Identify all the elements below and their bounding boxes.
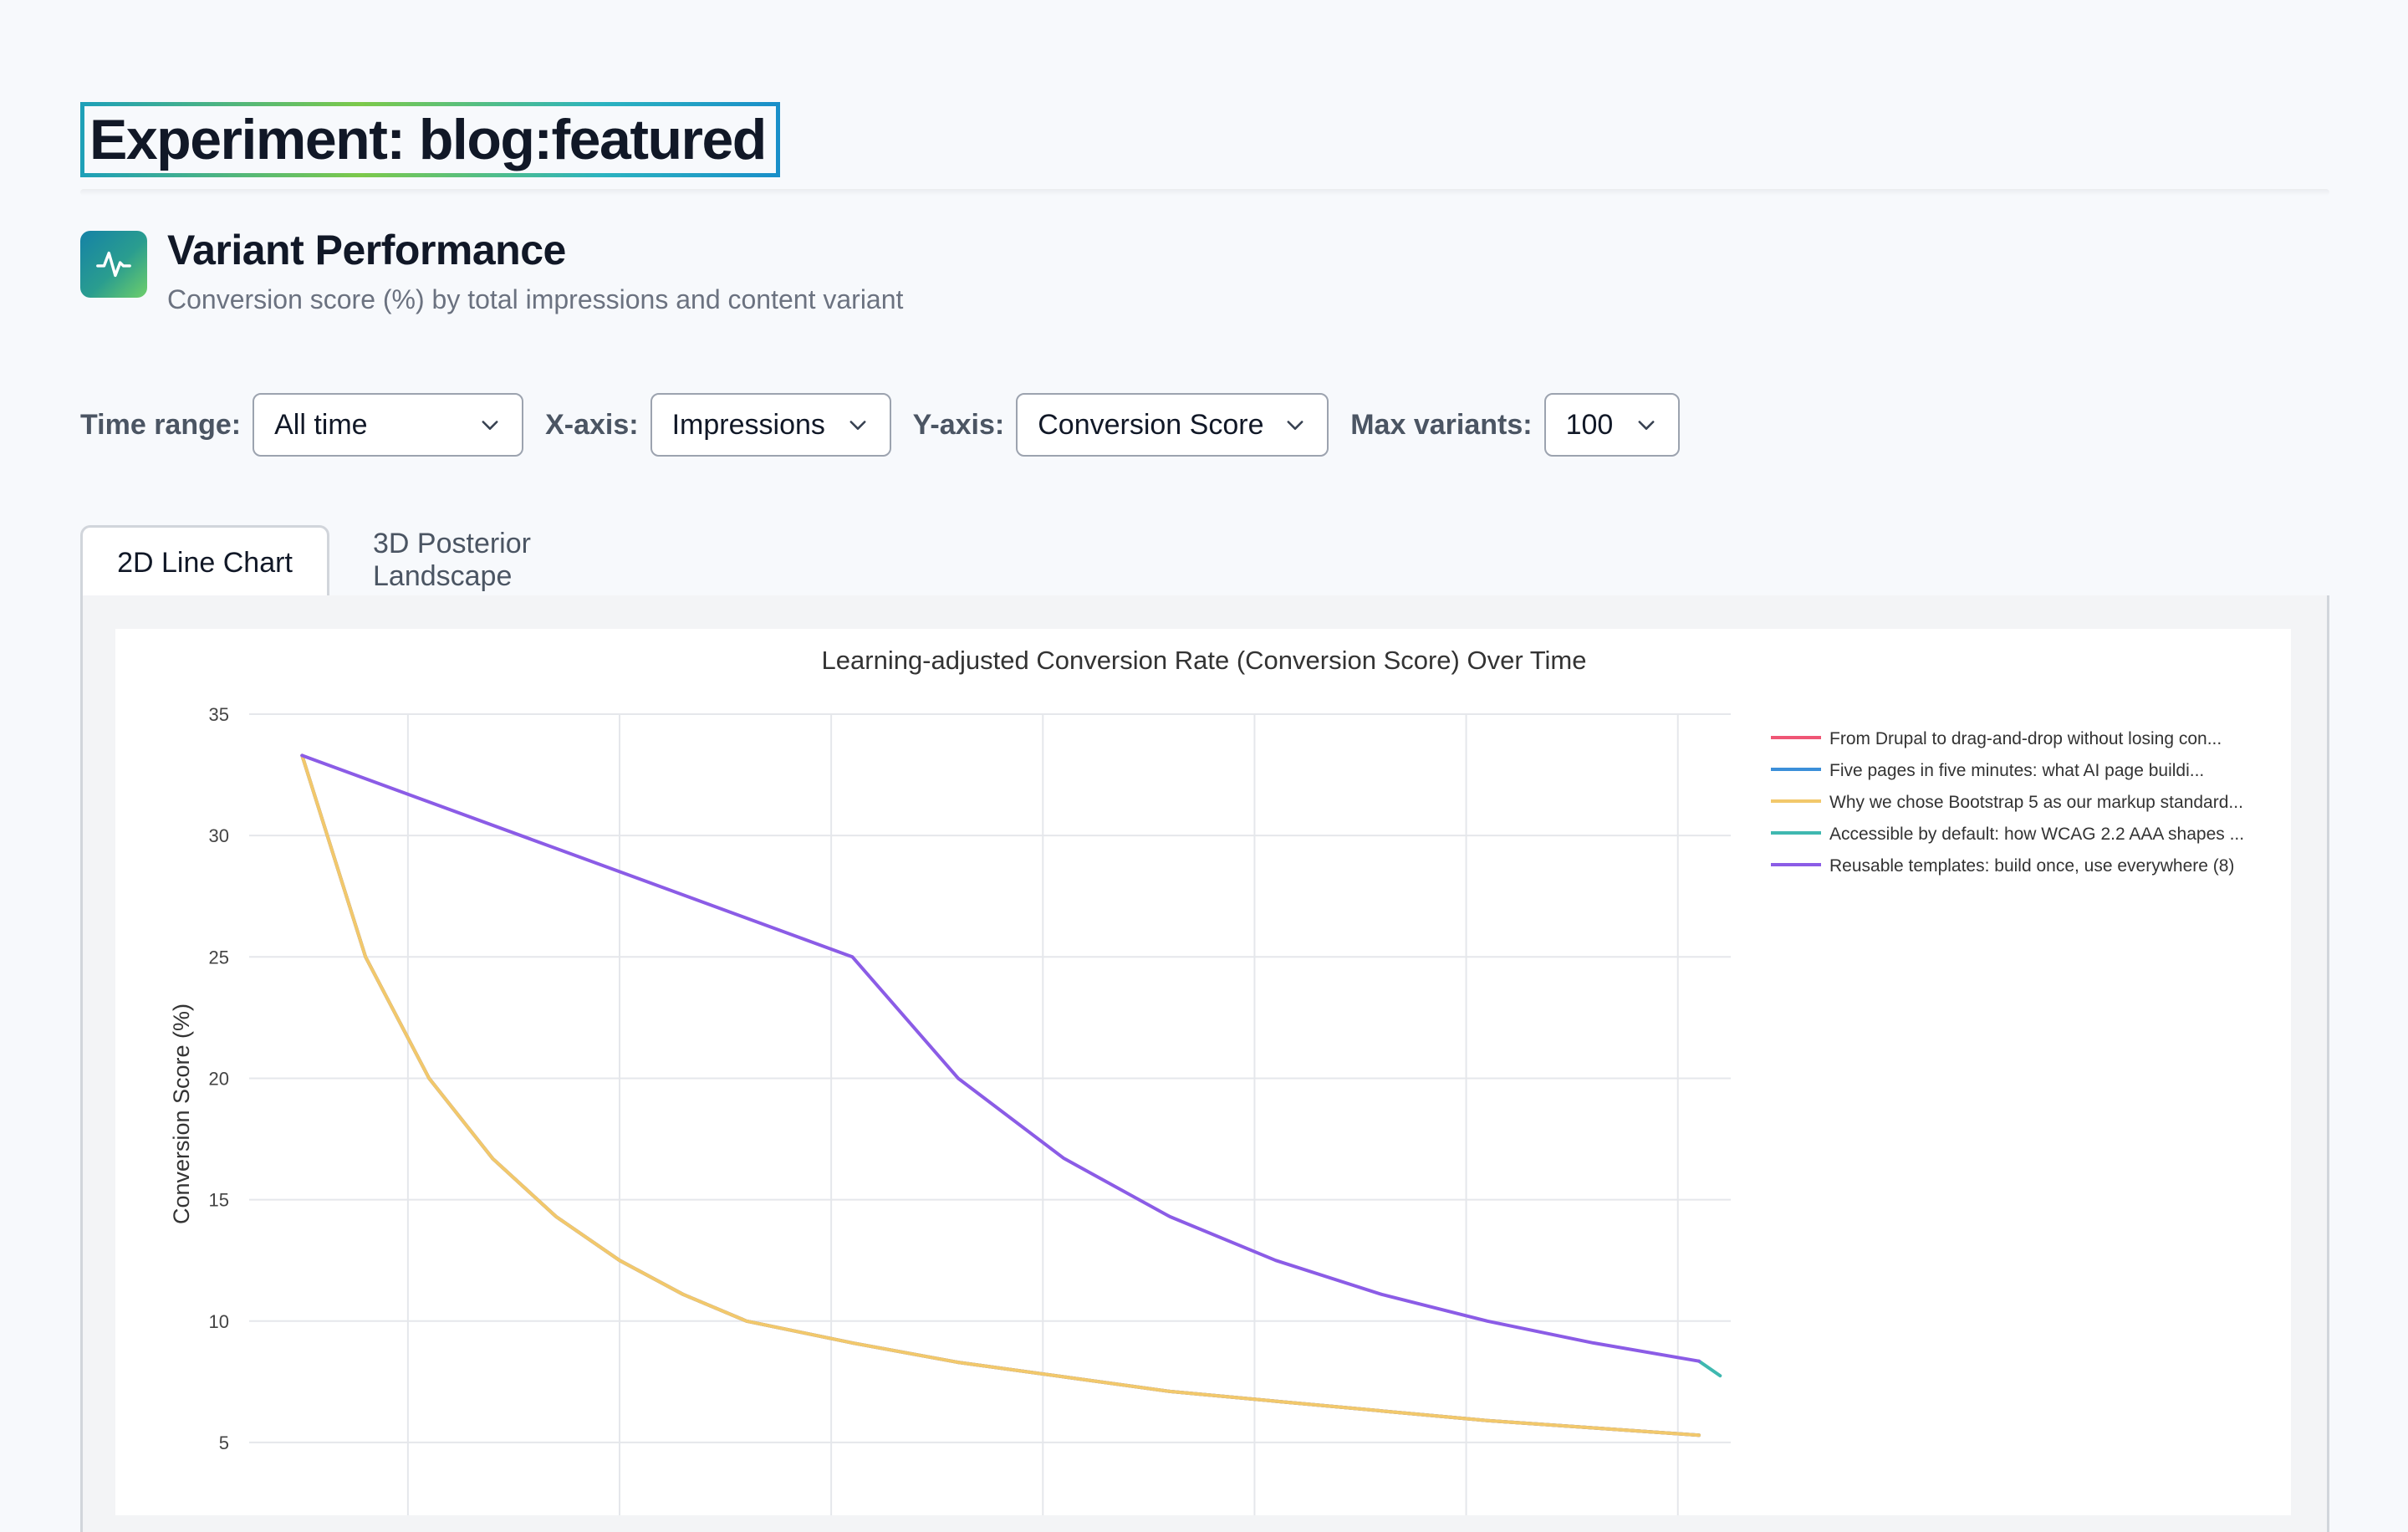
series-line-1 <box>300 753 1701 1438</box>
time-range-select[interactable]: All time <box>253 393 524 457</box>
y-tick-label: 25 <box>209 947 229 968</box>
x-axis-select[interactable]: Impressions <box>650 393 891 457</box>
chevron-down-icon <box>849 421 866 430</box>
y-tick-label: 35 <box>209 704 229 725</box>
time-range-value: All time <box>274 408 368 441</box>
y-axis-value: Conversion Score <box>1038 408 1264 441</box>
series-line-4 <box>1697 1359 1722 1378</box>
y-axis-select[interactable]: Conversion Score <box>1016 393 1329 457</box>
section-subtitle: Conversion score (%) by total impression… <box>167 284 904 314</box>
chart-controls: Time range: All time X-axis: Impressions… <box>80 391 1701 458</box>
time-range-label: Time range: <box>80 408 242 441</box>
max-variants-select[interactable]: 100 <box>1543 393 1680 457</box>
y-tick-label: 5 <box>219 1432 229 1453</box>
chart-card: Learning-adjusted Conversion Rate (Conve… <box>115 629 2291 1515</box>
y-axis-title: Conversion Score (%) <box>169 1003 194 1224</box>
chevron-down-icon <box>482 421 498 430</box>
line-chart: Learning-adjusted Conversion Rate (Conve… <box>169 646 2244 1515</box>
page-title-frame: Experiment: blog:featured <box>80 102 780 177</box>
legend-label: Five pages in five minutes: what AI page… <box>1829 761 2204 780</box>
chevron-down-icon <box>1638 421 1655 430</box>
y-tick-label: 10 <box>209 1311 229 1332</box>
legend-label: Reusable templates: build once, use ever… <box>1829 856 2234 876</box>
title-divider <box>80 189 2329 196</box>
y-tick-label: 30 <box>209 825 229 846</box>
x-axis-value: Impressions <box>671 408 825 441</box>
x-axis-label: X-axis: <box>545 408 639 441</box>
max-variants-value: 100 <box>1565 408 1614 441</box>
legend-label: Why we chose Bootstrap 5 as our markup s… <box>1829 793 2243 812</box>
series-line-5 <box>300 753 1701 1363</box>
y-tick-label: 20 <box>209 1068 229 1089</box>
y-tick-label: 15 <box>209 1190 229 1211</box>
chevron-down-icon <box>1287 421 1303 430</box>
series-line-2 <box>300 753 1701 1438</box>
chart-title: Learning-adjusted Conversion Rate (Conve… <box>822 646 1587 675</box>
legend-label: From Drupal to drag-and-drop without los… <box>1829 729 2222 748</box>
chart-tabs: 2D Line Chart 3D Posterior Landscape <box>80 525 2329 598</box>
y-axis-label: Y-axis: <box>912 408 1005 441</box>
page-title: Experiment: blog:featured <box>89 108 767 171</box>
series-line-3 <box>300 753 1701 1438</box>
section-title: Variant Performance <box>167 227 566 273</box>
tab-3d-posterior-landscape[interactable]: 3D Posterior Landscape <box>373 525 674 595</box>
legend-label: Accessible by default: how WCAG 2.2 AAA … <box>1829 825 2244 844</box>
tab-2d-line-chart[interactable]: 2D Line Chart <box>80 525 329 598</box>
max-variants-label: Max variants: <box>1350 408 1533 441</box>
activity-pulse-icon <box>80 231 147 298</box>
